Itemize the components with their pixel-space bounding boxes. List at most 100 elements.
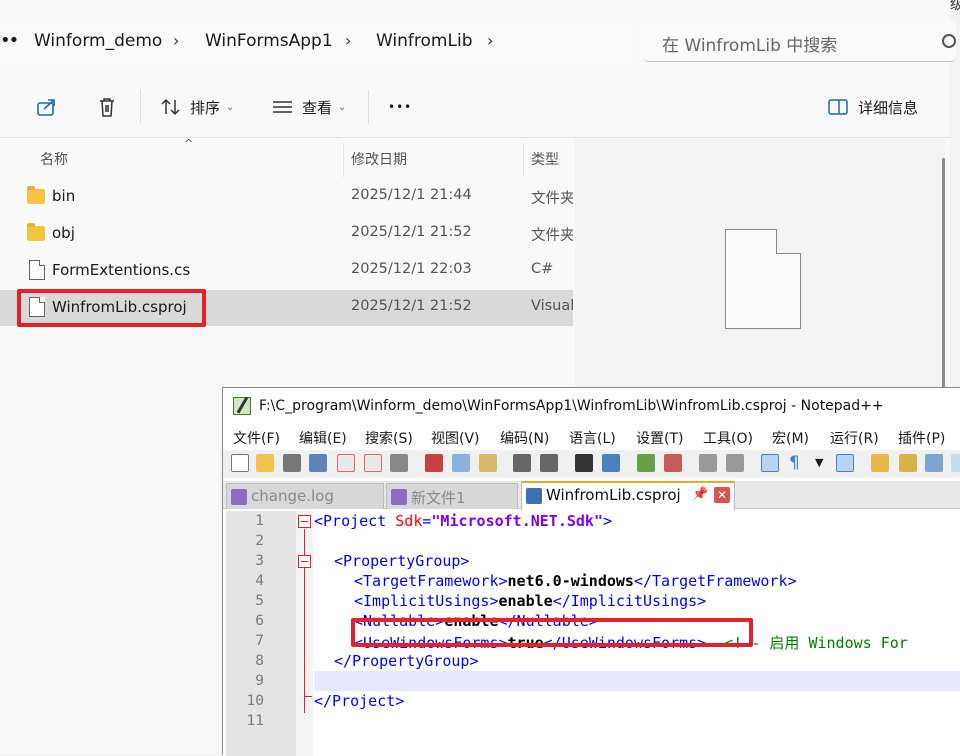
dropdown-arrow-icon[interactable]: ▼ — [815, 454, 833, 472]
column-header-row: 名称 ^ 修改日期 类型 — [0, 137, 573, 177]
menu-search[interactable]: 搜索(S) — [365, 428, 413, 448]
file-row[interactable]: FormExtentions.cs 2025/12/1 22:03 C# — [0, 253, 573, 289]
function-list-icon[interactable] — [925, 454, 943, 472]
search-icon[interactable] — [942, 34, 956, 48]
close-all-icon[interactable] — [364, 454, 382, 472]
folder-workspace-icon[interactable] — [951, 454, 960, 472]
code-line: </PropertyGroup> — [334, 652, 479, 672]
sync-horizontal-icon[interactable] — [726, 454, 744, 472]
sync-vertical-icon[interactable] — [699, 454, 717, 472]
fold-toggle-icon[interactable] — [298, 515, 311, 528]
folder-icon — [27, 186, 45, 204]
indent-guide-icon[interactable] — [836, 454, 854, 472]
code-attribute-value: "Microsoft.NET.Sdk" — [431, 512, 603, 530]
menu-plugins[interactable]: 插件(P) — [898, 428, 945, 448]
line-number: 6 — [255, 613, 264, 629]
line-number: 11 — [246, 713, 264, 729]
close-icon[interactable]: ✕ — [714, 487, 730, 503]
open-file-icon[interactable] — [256, 454, 274, 472]
tab-new-file[interactable]: 新文件1 — [386, 483, 518, 509]
sort-button[interactable]: 排序 ⌄ — [160, 94, 234, 120]
details-pane-button[interactable]: 详细信息 — [828, 94, 918, 120]
code-tag: <PropertyGroup> — [334, 552, 470, 570]
menu-file[interactable]: 文件(F) — [233, 428, 280, 448]
folder-icon — [27, 223, 45, 241]
chevron-right-icon[interactable]: › — [345, 31, 351, 50]
details-pane-icon — [828, 99, 848, 115]
toolbar: ¶ ▼ — [223, 450, 960, 478]
show-all-characters-icon[interactable]: ¶ — [789, 454, 807, 472]
undo-icon[interactable] — [513, 454, 531, 472]
title-bar[interactable]: F:\C_program\Winform_demo\WinFormsApp1\W… — [223, 388, 960, 424]
menu-encoding[interactable]: 编码(N) — [500, 428, 549, 448]
delete-button[interactable] — [96, 94, 118, 120]
save-all-icon[interactable] — [309, 454, 327, 472]
menu-settings[interactable]: 设置(T) — [636, 428, 683, 448]
chevron-right-icon[interactable]: › — [173, 31, 179, 50]
column-header-date[interactable]: 修改日期 — [351, 149, 407, 169]
copy-icon[interactable] — [452, 454, 470, 472]
column-header-name[interactable]: 名称 — [40, 149, 68, 169]
command-bar: 排序 ⌄ 查看 ⌄ ••• 详细信息 — [0, 76, 950, 138]
file-row[interactable]: obj 2025/12/1 21:52 文件夹 — [0, 216, 573, 252]
column-divider[interactable] — [523, 143, 524, 177]
details-pane-label: 详细信息 — [858, 98, 919, 117]
find-icon[interactable] — [575, 454, 593, 472]
code-tag: </PropertyGroup> — [334, 652, 479, 670]
fold-toggle-icon[interactable] — [298, 555, 311, 568]
share-button[interactable] — [36, 94, 58, 120]
code-line: <PropertyGroup> — [334, 552, 469, 572]
more-breadcrumbs-icon[interactable]: •• — [0, 30, 19, 51]
code-line: <ImplicitUsings>enable</ImplicitUsings> — [354, 592, 706, 612]
file-name: bin — [52, 187, 76, 205]
tab-winfromlib-csproj[interactable]: WinfromLib.csproj 📌 ✕ — [521, 481, 735, 510]
close-file-icon[interactable] — [337, 454, 355, 472]
menu-run[interactable]: 运行(R) — [830, 428, 879, 448]
save-icon[interactable] — [283, 454, 301, 472]
breadcrumb-item[interactable]: Winform_demo — [34, 31, 162, 51]
menu-view[interactable]: 视图(V) — [431, 428, 480, 448]
zoom-in-icon[interactable] — [637, 454, 655, 472]
user-defined-language-icon[interactable] — [871, 454, 889, 472]
saved-file-icon — [526, 488, 542, 504]
replace-icon[interactable] — [602, 454, 620, 472]
breadcrumb-item[interactable]: WinFormsApp1 — [205, 31, 333, 51]
word-wrap-icon[interactable] — [761, 454, 779, 472]
print-icon[interactable] — [390, 454, 408, 472]
redo-icon[interactable] — [540, 454, 558, 472]
new-file-icon[interactable] — [231, 454, 249, 472]
code-tag: > — [603, 512, 613, 530]
document-map-icon[interactable] — [899, 454, 917, 472]
code-line: </Project> — [314, 692, 404, 712]
sort-ascending-icon: ^ — [184, 137, 194, 150]
line-number: 4 — [255, 573, 264, 589]
menu-macro[interactable]: 宏(M) — [772, 428, 809, 448]
file-row[interactable]: bin 2025/12/1 21:44 文件夹 — [0, 179, 573, 215]
menu-bar: 文件(F) 编辑(E) 搜索(S) 视图(V) 编码(N) 语言(L) 设置(T… — [223, 424, 960, 450]
paste-icon[interactable] — [479, 454, 497, 472]
line-number: 8 — [255, 653, 264, 669]
code-editor[interactable]: 1 2 3 4 5 6 7 8 9 10 11 <Project Sdk="Mi… — [223, 511, 960, 756]
address-bar[interactable]: •• Winform_demo › WinFormsApp1 › Winfrom… — [0, 22, 634, 62]
chevron-right-icon[interactable]: › — [487, 31, 493, 50]
trash-icon — [100, 98, 114, 117]
cut-icon[interactable] — [425, 454, 443, 472]
toolbar-divider — [140, 90, 141, 124]
code-tag: </ImplicitUsings> — [552, 592, 707, 610]
menu-tools[interactable]: 工具(O) — [703, 428, 753, 448]
menu-language[interactable]: 语言(L) — [569, 428, 616, 448]
chevron-down-icon: ⌄ — [338, 101, 347, 113]
column-header-type[interactable]: 类型 — [531, 149, 559, 169]
more-options-button[interactable]: ••• — [388, 94, 412, 120]
zoom-out-icon[interactable] — [664, 454, 682, 472]
tab-change-log[interactable]: change.log — [226, 483, 384, 509]
search-input[interactable]: 在 WinfromLib 中搜索 — [644, 22, 956, 62]
menu-edit[interactable]: 编辑(E) — [299, 428, 347, 448]
breadcrumb-item[interactable]: WinfromLib — [376, 31, 472, 51]
pin-icon[interactable]: 📌 — [692, 487, 708, 502]
view-list-icon — [273, 101, 292, 113]
column-divider[interactable] — [343, 143, 344, 177]
unsaved-file-icon — [391, 489, 407, 505]
view-button[interactable]: 查看 ⌄ — [272, 94, 346, 120]
scrollbar[interactable] — [942, 158, 945, 388]
